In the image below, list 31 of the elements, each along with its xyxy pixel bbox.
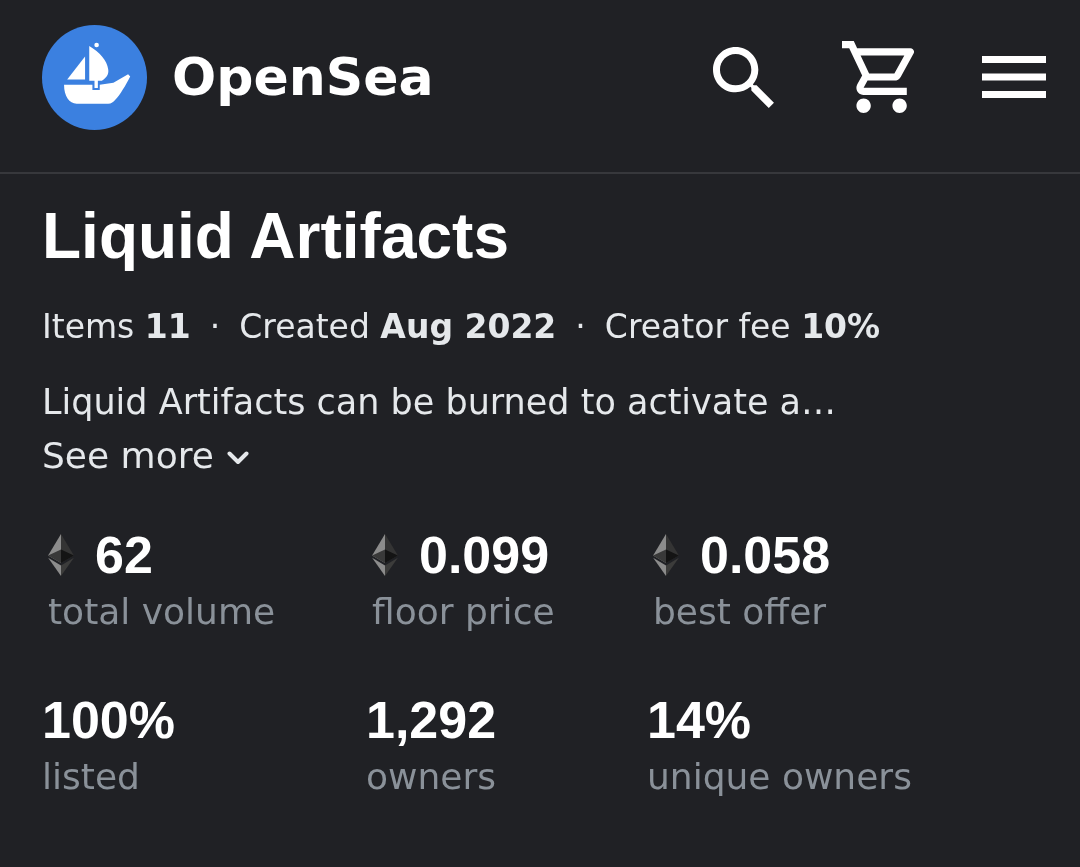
stat-label: listed bbox=[42, 755, 141, 799]
meta-fact: Creator fee 10% bbox=[604, 307, 881, 347]
menu-icon bbox=[982, 56, 1046, 98]
stat-value: 0.099 bbox=[419, 525, 550, 585]
stat-value: 0.058 bbox=[700, 525, 831, 585]
sailboat-logo-icon[interactable] bbox=[42, 24, 147, 130]
search-button[interactable] bbox=[713, 46, 774, 108]
cart-icon bbox=[842, 41, 914, 113]
separator-dot: · bbox=[209, 307, 221, 347]
stat-value: 62 bbox=[95, 525, 153, 585]
see-more-button[interactable]: See more bbox=[42, 434, 249, 478]
search-icon bbox=[713, 46, 774, 108]
stat-label: unique owners bbox=[647, 755, 913, 799]
cart-button[interactable] bbox=[842, 41, 914, 113]
meta-fact: Items 11 bbox=[42, 307, 191, 347]
stat-value: 100% bbox=[42, 690, 175, 750]
stat-value: 14% bbox=[647, 690, 752, 750]
stat-label: floor price bbox=[372, 590, 556, 634]
separator-dot: · bbox=[575, 307, 586, 347]
description-text: Liquid Artifacts can be burned to activate a… bbox=[42, 381, 838, 424]
stat-label: owners bbox=[366, 755, 497, 799]
eth-icon bbox=[653, 534, 679, 576]
collection-title: Liquid Artifacts bbox=[42, 200, 510, 272]
meta-fact: Created Aug 2022 bbox=[239, 307, 557, 347]
chevron-down-icon bbox=[226, 451, 249, 465]
eth-icon bbox=[48, 534, 74, 576]
eth-icon bbox=[372, 534, 398, 576]
stat-value: 1,292 bbox=[366, 690, 497, 750]
stat-label: best offer bbox=[653, 590, 828, 634]
menu-button[interactable] bbox=[982, 56, 1046, 98]
stat-label: total volume bbox=[48, 590, 277, 634]
